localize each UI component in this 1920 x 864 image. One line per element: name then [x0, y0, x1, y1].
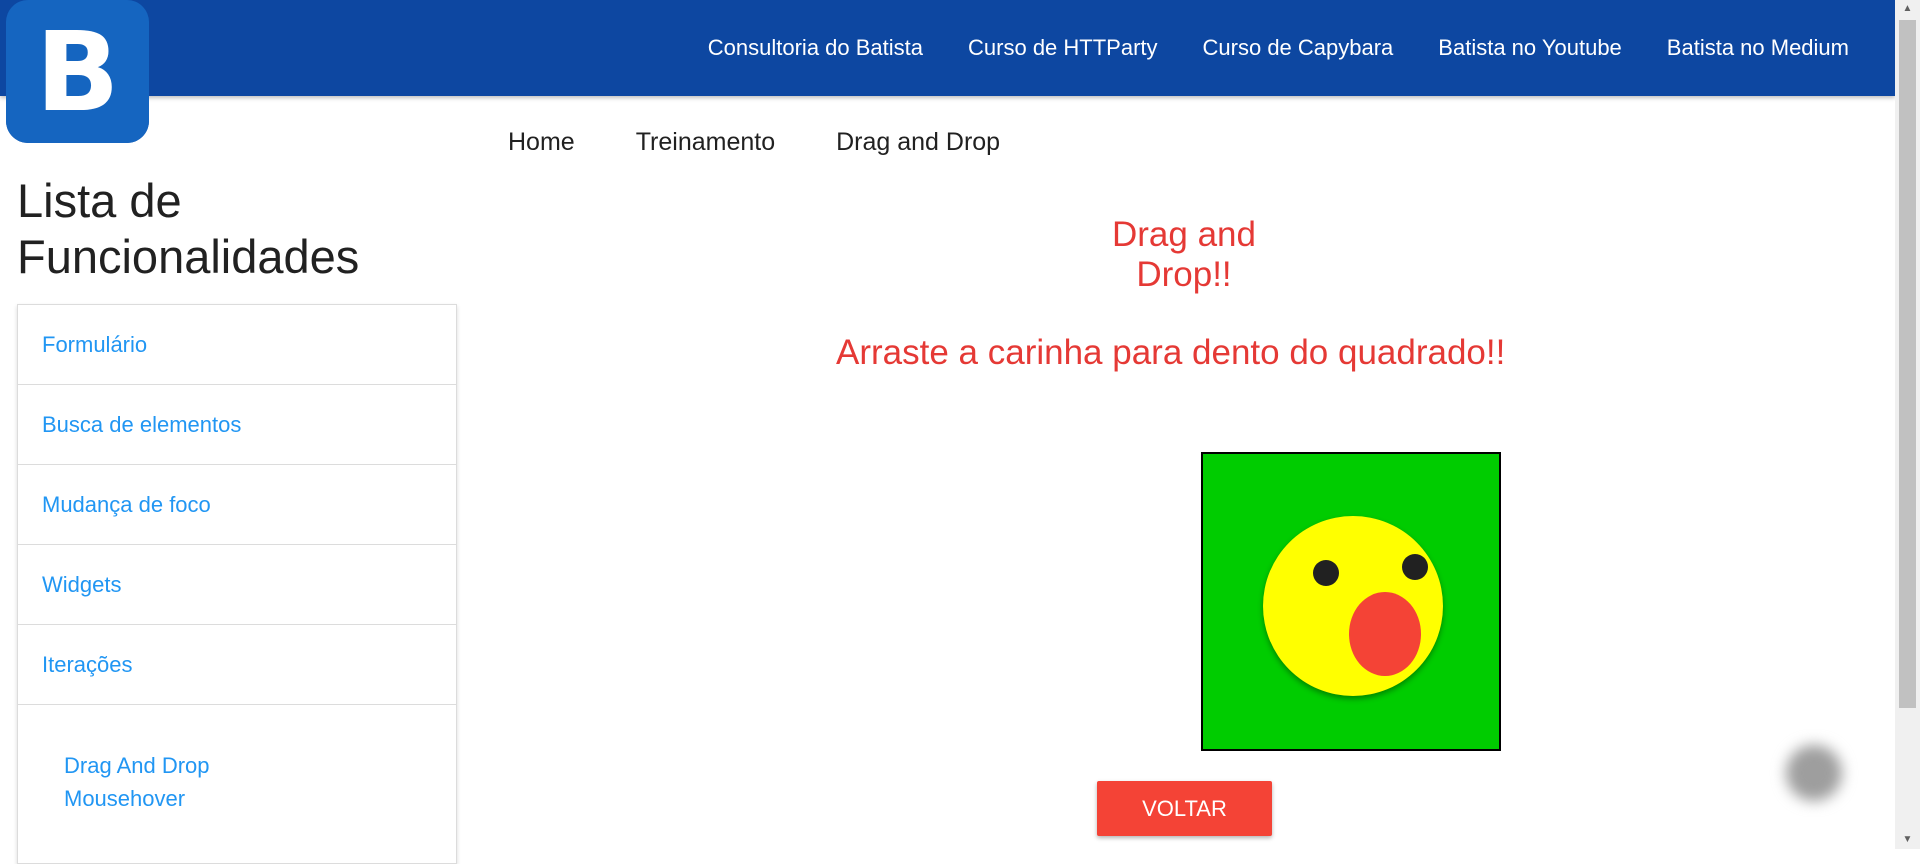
top-nav: Consultoria do Batista Curso de HTTParty… — [663, 0, 1849, 96]
right-eye — [1402, 554, 1428, 580]
sidebar-subitem-mousehover[interactable]: Mousehover — [64, 782, 456, 815]
sidebar-title: Lista de Funcionalidades — [17, 174, 360, 283]
logo[interactable]: B — [6, 0, 149, 143]
drop-target-box[interactable] — [1201, 452, 1501, 751]
surprised-face-icon[interactable] — [1263, 516, 1443, 696]
sidebar-item-label: Busca de elementos — [42, 411, 242, 437]
sidebar-item-formulario[interactable]: Formulário — [18, 305, 456, 385]
page-scrollbar[interactable]: ▲ ▼ — [1895, 0, 1920, 849]
nav-curso-capybara[interactable]: Curso de Capybara — [1203, 35, 1394, 61]
scroll-up-icon[interactable]: ▲ — [1895, 0, 1920, 18]
sidebar-menu: Formulário Busca de elementos Mudança de… — [17, 304, 457, 864]
instruction-text: Arraste a carinha para dento do quadrado… — [836, 333, 1506, 372]
breadcrumb-treinamento[interactable]: Treinamento — [636, 128, 775, 157]
sidebar-item-label: Iterações — [42, 651, 133, 677]
sidebar-item-iteracoes[interactable]: Iterações — [18, 625, 456, 705]
nav-youtube[interactable]: Batista no Youtube — [1438, 35, 1622, 61]
voltar-button[interactable]: VOLTAR — [1097, 781, 1272, 836]
left-eye — [1313, 560, 1339, 586]
breadcrumb: Home Treinamento Drag and Drop — [508, 128, 1061, 157]
breadcrumb-drag-and-drop[interactable]: Drag and Drop — [836, 128, 1000, 157]
breadcrumb-home[interactable]: Home — [508, 128, 575, 157]
nav-curso-httparty[interactable]: Curso de HTTParty — [968, 35, 1158, 61]
top-navbar: Consultoria do Batista Curso de HTTParty… — [0, 0, 1895, 96]
floating-action-button[interactable] — [1786, 745, 1842, 801]
nav-medium[interactable]: Batista no Medium — [1667, 35, 1849, 61]
logo-badge: B — [6, 0, 149, 143]
mouth — [1349, 592, 1421, 676]
sidebar-item-mudanca-foco[interactable]: Mudança de foco — [18, 465, 456, 545]
scrollbar-thumb[interactable] — [1899, 20, 1916, 708]
sidebar-item-busca[interactable]: Busca de elementos — [18, 385, 456, 465]
logo-letter: B — [35, 7, 120, 136]
sidebar-subitem-drag-and-drop[interactable]: Drag And Drop — [64, 749, 456, 782]
sidebar-item-label: Widgets — [42, 571, 122, 597]
sidebar-item-widgets[interactable]: Widgets — [18, 545, 456, 625]
sidebar-item-label: Formulário — [42, 331, 148, 357]
scroll-down-icon[interactable]: ▼ — [1895, 831, 1920, 849]
sidebar-submenu: Drag And Drop Mousehover — [18, 705, 456, 815]
nav-consultoria[interactable]: Consultoria do Batista — [708, 35, 923, 61]
sidebar-item-label: Mudança de foco — [42, 491, 211, 517]
page-title: Drag and Drop!! — [1112, 215, 1256, 294]
